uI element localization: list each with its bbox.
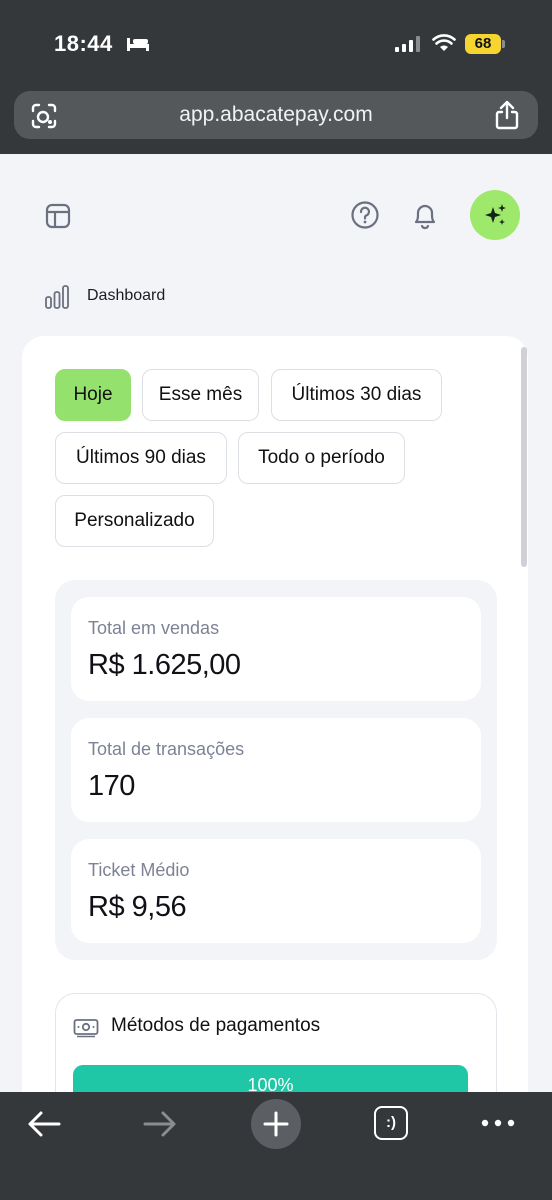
battery-level: 68 bbox=[465, 34, 501, 54]
stat-label: Ticket Médio bbox=[88, 860, 190, 880]
wifi-icon bbox=[432, 34, 456, 51]
battery-indicator: 68 bbox=[465, 34, 505, 54]
money-icon bbox=[73, 1019, 99, 1038]
stat-label: Total em vendas bbox=[88, 618, 220, 638]
more-options-icon[interactable] bbox=[480, 1116, 516, 1130]
tabs-overview-button[interactable]: :) bbox=[374, 1106, 408, 1140]
share-icon[interactable] bbox=[494, 100, 520, 130]
stat-value: R$ 1.625,00 bbox=[88, 649, 241, 681]
new-tab-button[interactable] bbox=[251, 1099, 301, 1149]
plus-icon bbox=[263, 1111, 289, 1137]
bar-chart-icon bbox=[45, 285, 69, 309]
address-bar[interactable]: app.abacatepay.com bbox=[14, 91, 538, 139]
stat-card-total-sales: Total em vendas R$ 1.625,00 bbox=[71, 597, 481, 701]
help-icon[interactable] bbox=[350, 200, 380, 230]
stat-label: Total de transações bbox=[88, 739, 245, 759]
stat-card-average-ticket: Ticket Médio R$ 9,56 bbox=[71, 839, 481, 943]
breadcrumb-label: Dashboard bbox=[87, 287, 166, 304]
filter-chip-today[interactable]: Hoje bbox=[55, 369, 131, 421]
cellular-signal-icon bbox=[395, 36, 420, 52]
filter-chip-custom[interactable]: Personalizado bbox=[55, 495, 214, 547]
status-time: 18:44 bbox=[54, 31, 113, 56]
ai-assistant-button[interactable] bbox=[470, 190, 520, 240]
stat-value: R$ 9,56 bbox=[88, 891, 187, 923]
browser-top-bar: 18:44 68 app.abacatepay.com bbox=[0, 0, 552, 154]
sidebar-toggle-icon[interactable] bbox=[44, 202, 72, 230]
filter-chip-this-month[interactable]: Esse mês bbox=[142, 369, 259, 421]
filter-chip-last-30-days[interactable]: Últimos 30 dias bbox=[271, 369, 442, 421]
forward-arrow-icon[interactable] bbox=[142, 1110, 178, 1138]
stat-card-total-transactions: Total de transações 170 bbox=[71, 718, 481, 822]
sleep-focus-icon bbox=[127, 38, 149, 51]
scrollbar[interactable] bbox=[521, 347, 527, 567]
stat-value: 170 bbox=[88, 770, 135, 802]
filter-chip-last-90-days[interactable]: Últimos 90 dias bbox=[55, 432, 227, 484]
notifications-bell-icon[interactable] bbox=[410, 199, 440, 231]
app-header bbox=[0, 154, 552, 274]
url-text[interactable]: app.abacatepay.com bbox=[14, 103, 538, 127]
filter-chip-all-time[interactable]: Todo o período bbox=[238, 432, 405, 484]
payment-methods-title: Métodos de pagamentos bbox=[111, 1015, 321, 1036]
sparkles-icon bbox=[485, 204, 506, 225]
back-arrow-icon[interactable] bbox=[26, 1110, 62, 1138]
battery-tip bbox=[502, 40, 505, 48]
